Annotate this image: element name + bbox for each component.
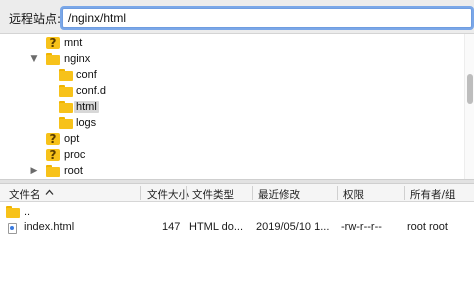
file-name: .. [24,206,31,218]
column-divider[interactable] [186,186,187,200]
tree-item-logs[interactable]: logs [0,116,462,132]
tree-item-label: html [74,101,99,113]
folder-icon [59,101,73,113]
tree-item-html[interactable]: html [0,100,462,116]
remote-path-input[interactable]: /nginx/html [62,8,472,28]
tree-item-root[interactable]: ▶ root [0,164,462,179]
folder-icon [6,206,20,218]
column-divider[interactable] [140,186,141,200]
file-size: 147 [162,221,181,233]
tree-item-opt[interactable]: ? opt [0,132,462,148]
expand-arrow-right-icon[interactable]: ▶ [29,165,39,177]
column-header-modified[interactable]: 最近修改 [258,187,300,202]
file-name: index.html [24,221,75,233]
column-divider[interactable] [337,186,338,200]
tree-item-label: root [64,165,83,177]
file-type: HTML do... [189,221,243,233]
tree-item-nginx[interactable]: ▼ nginx [0,52,462,68]
column-header-permissions[interactable]: 权限 [343,187,364,202]
unknown-folder-icon: ? [46,148,60,162]
tree-item-label: conf [76,69,97,81]
column-header-filename[interactable]: 文件名 [9,187,41,202]
remote-site-label: 远程站点: [9,12,62,26]
remote-site-bar: 远程站点: /nginx/html [0,0,474,34]
tree-item-label: mnt [64,37,83,49]
folder-icon [59,69,73,81]
column-header-filetype[interactable]: 文件类型 [192,187,234,202]
file-owner: root root [407,221,448,233]
folder-icon [59,117,73,129]
unknown-folder-icon: ? [46,132,60,146]
file-modified: 2019/05/10 1... [256,221,330,233]
tree-item-label: proc [64,149,86,161]
unknown-folder-icon: ? [46,36,60,50]
tree-item-conf[interactable]: conf [0,68,462,84]
tree-item-conf-d[interactable]: conf.d [0,84,462,100]
column-divider[interactable] [404,186,405,200]
html-file-icon [8,223,17,234]
folder-icon [46,53,60,65]
sort-ascending-icon[interactable] [45,188,54,197]
tree-item-mnt[interactable]: ? mnt [0,36,462,52]
tree-item-label: opt [64,133,80,145]
folder-icon [46,165,60,177]
folder-icon [59,85,73,97]
tree-item-label: nginx [64,53,91,65]
tree-item-label: conf.d [76,85,106,97]
file-list: .. index.html 147 HTML do... 2019/05/10 … [0,202,474,283]
column-header-filesize[interactable]: 文件大小 [147,187,189,202]
file-row-index-html[interactable]: index.html 147 HTML do... 2019/05/10 1..… [0,219,474,237]
tree-item-proc[interactable]: ? proc [0,148,462,164]
tree-scrollbar-thumb[interactable] [467,74,473,104]
tree-item-label: logs [76,117,97,129]
file-list-header: 文件名 文件大小 文件类型 最近修改 权限 所有者/组 [0,184,474,202]
remote-directory-tree: ? mnt ▼ nginx conf conf.d html logs ? op… [0,34,474,179]
file-permissions: -rw-r--r-- [341,221,382,233]
column-header-owner[interactable]: 所有者/组 [410,187,456,202]
expand-arrow-down-icon[interactable]: ▼ [29,53,39,65]
column-divider[interactable] [252,186,253,200]
tree-scrollbar[interactable] [464,34,474,179]
